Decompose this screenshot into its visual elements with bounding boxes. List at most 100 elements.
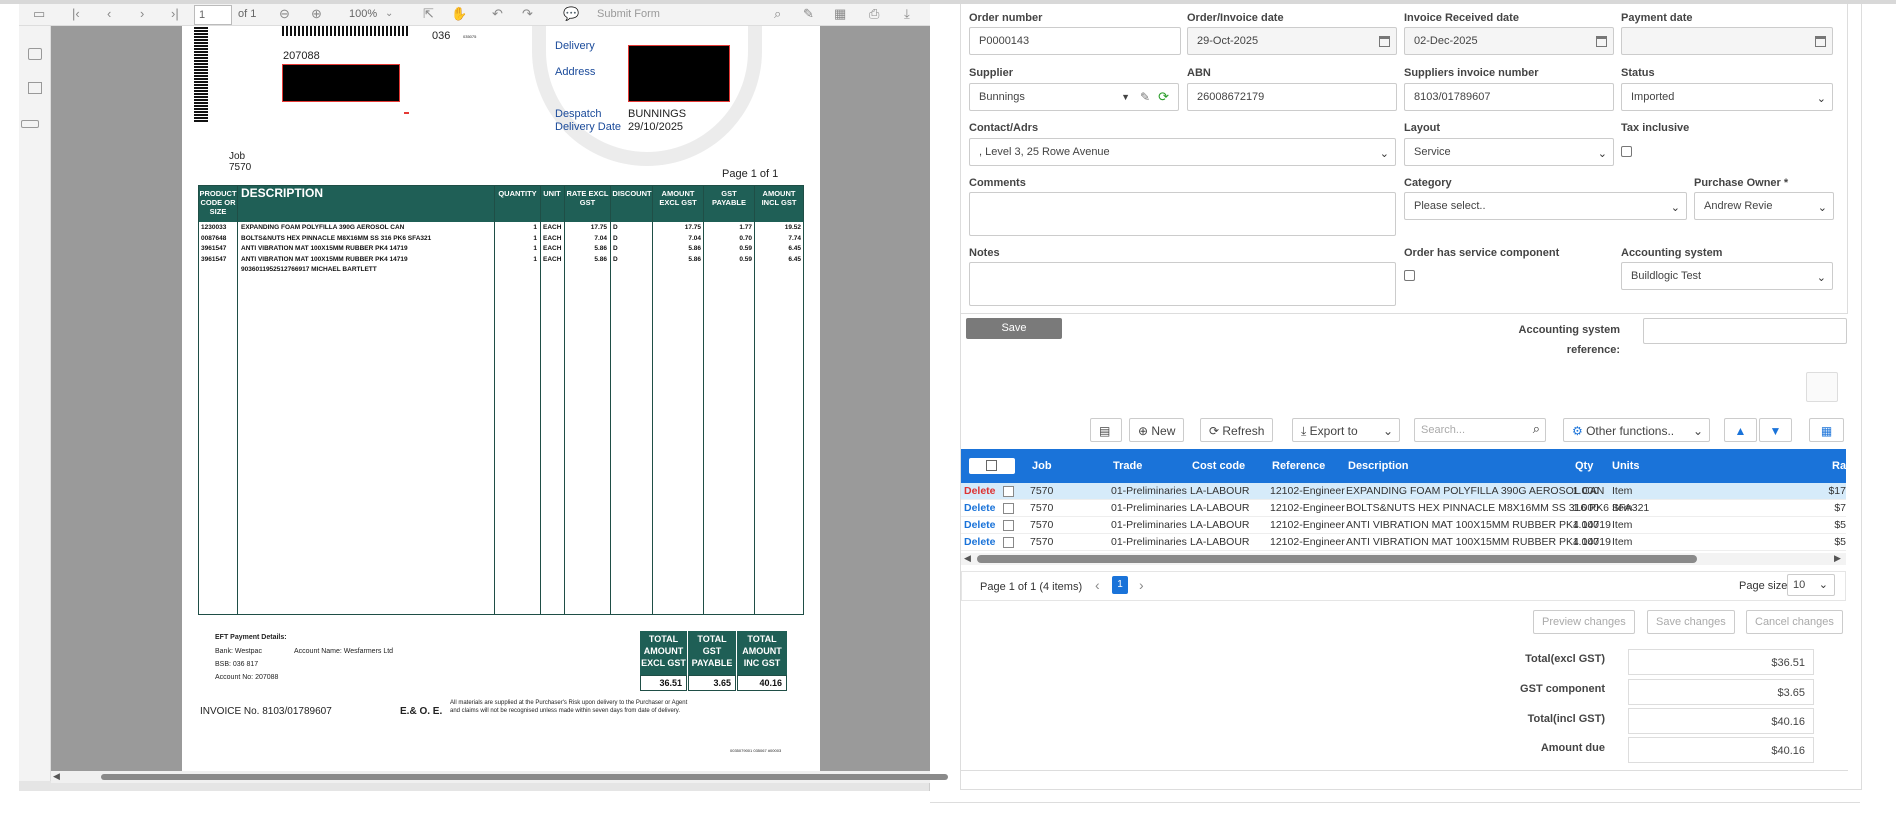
save-changes-button[interactable]: Save changes bbox=[1647, 610, 1735, 634]
search-icon[interactable]: ⌕ bbox=[1533, 421, 1540, 437]
header-units[interactable]: Units bbox=[1612, 460, 1640, 472]
scroll-left-icon[interactable]: ◀ bbox=[964, 553, 971, 564]
print-icon[interactable]: ⎙ bbox=[869, 6, 879, 22]
grid-cell-job[interactable]: 7570 bbox=[1030, 485, 1053, 497]
chevron-down-icon[interactable]: ⌄ bbox=[1598, 147, 1607, 160]
chevron-down-icon[interactable]: ⌄ bbox=[1817, 92, 1826, 105]
redo-icon[interactable]: ↷ bbox=[522, 6, 533, 22]
submit-form-button[interactable]: Submit Form bbox=[597, 8, 660, 20]
grid-cell-units[interactable]: Item bbox=[1612, 519, 1632, 531]
chevron-down-icon[interactable]: ⌄ bbox=[1819, 578, 1828, 591]
zoom-dropdown-icon[interactable]: ⌄ bbox=[385, 8, 393, 19]
chevron-down-icon[interactable]: ⌄ bbox=[1671, 201, 1680, 214]
delete-link[interactable]: Delete bbox=[964, 536, 996, 548]
page-thumbnail-icon[interactable] bbox=[28, 48, 42, 60]
layout-select[interactable]: Service ⌄ bbox=[1404, 138, 1614, 166]
cancel-changes-button[interactable]: Cancel changes bbox=[1746, 610, 1843, 634]
tax-inclusive-checkbox[interactable] bbox=[1621, 146, 1632, 157]
save-button[interactable]: Save bbox=[966, 318, 1062, 339]
annotation-icon[interactable]: ✎ bbox=[803, 6, 814, 22]
grid-cell-rate[interactable]: $17 bbox=[1816, 485, 1846, 497]
chevron-down-icon[interactable]: ⌄ bbox=[1380, 147, 1389, 160]
grid-cell-ref[interactable]: 12102-Engineer bbox=[1270, 485, 1345, 497]
calendar-icon[interactable] bbox=[1815, 36, 1826, 47]
grid-cell-trade[interactable]: 01-Preliminaries bbox=[1111, 536, 1187, 548]
row-checkbox[interactable] bbox=[1003, 520, 1014, 531]
column-chooser-button[interactable]: ▦ bbox=[1809, 418, 1844, 442]
payment-date-field[interactable] bbox=[1621, 27, 1833, 55]
select-cursor-icon[interactable]: ⇱ bbox=[423, 6, 434, 22]
grid-cell-cost[interactable]: LA-LABOUR bbox=[1190, 485, 1250, 497]
delete-link[interactable]: Delete bbox=[964, 485, 996, 497]
header-rate[interactable]: Rat bbox=[1832, 460, 1850, 472]
grid-cell-desc[interactable]: BOLTS&NUTS HEX PINNACLE M8X16MM SS 316 P… bbox=[1346, 502, 1649, 514]
notes-textarea[interactable] bbox=[969, 262, 1396, 306]
grid-cell-job[interactable]: 7570 bbox=[1030, 536, 1053, 548]
supplier-select[interactable]: Bunnings ▼ ✎ ⟳ bbox=[969, 83, 1179, 111]
download-icon[interactable]: ⤓ bbox=[904, 6, 910, 22]
row-checkbox[interactable] bbox=[1003, 486, 1014, 497]
first-page-icon[interactable]: |‹ bbox=[72, 6, 80, 21]
bookmark-icon[interactable] bbox=[28, 82, 42, 94]
category-select[interactable]: Please select.. ⌄ bbox=[1404, 192, 1687, 220]
service-component-checkbox[interactable] bbox=[1404, 270, 1415, 281]
comment-icon[interactable]: 💬 bbox=[563, 6, 579, 22]
refresh-icon[interactable]: ⟳ bbox=[1158, 89, 1169, 105]
chevron-down-icon[interactable]: ⌄ bbox=[1818, 201, 1827, 214]
status-select[interactable]: Imported ⌄ bbox=[1621, 83, 1833, 111]
pdf-horizontal-scrollbar[interactable]: ◀ bbox=[51, 771, 948, 783]
attachment-icon[interactable] bbox=[21, 120, 39, 128]
grid-cell-ref[interactable]: 12102-Engineer bbox=[1270, 502, 1345, 514]
prev-page-icon[interactable]: ‹ bbox=[107, 6, 111, 21]
grid-cell-units[interactable]: Item bbox=[1612, 502, 1632, 514]
invoice-received-field[interactable]: 02-Dec-2025 bbox=[1404, 27, 1614, 55]
grid-cell-ref[interactable]: 12102-Engineer bbox=[1270, 536, 1345, 548]
scroll-right-icon[interactable]: ▶ bbox=[1834, 553, 1841, 564]
grid-cell-trade[interactable]: 01-Preliminaries bbox=[1111, 519, 1187, 531]
comments-textarea[interactable] bbox=[969, 192, 1396, 236]
zoom-level[interactable]: 100% bbox=[349, 8, 377, 20]
order-number-field[interactable]: P0000143 bbox=[969, 27, 1181, 55]
zoom-out-icon[interactable]: ⊖ bbox=[279, 6, 290, 22]
grid-horizontal-scrollbar[interactable]: ◀ ▶ bbox=[961, 553, 1846, 565]
search-icon[interactable]: ⌕ bbox=[774, 6, 781, 22]
move-up-button[interactable]: ▲ bbox=[1724, 418, 1757, 442]
table-row[interactable]: Delete 7570 01-Preliminaries LA-LABOUR 12102… bbox=[961, 483, 1846, 500]
grid-cell-trade[interactable]: 01-Preliminaries bbox=[1111, 502, 1187, 514]
table-row[interactable]: Delete 7570 01-Preliminaries LA-LABOUR 12102… bbox=[961, 517, 1846, 534]
dropdown-caret-icon[interactable]: ▼ bbox=[1121, 92, 1130, 102]
hand-tool-icon[interactable]: ✋ bbox=[451, 6, 467, 22]
abn-field[interactable]: 26008672179 bbox=[1187, 83, 1397, 111]
page-size-select[interactable]: 10 ⌄ bbox=[1787, 574, 1835, 596]
header-trade[interactable]: Trade bbox=[1113, 460, 1142, 472]
preview-changes-button[interactable]: Preview changes bbox=[1533, 610, 1635, 634]
grid-cell-job[interactable]: 7570 bbox=[1030, 519, 1053, 531]
grid-cell-trade[interactable]: 01-Preliminaries bbox=[1111, 485, 1187, 497]
delete-link[interactable]: Delete bbox=[964, 502, 996, 514]
delete-link[interactable]: Delete bbox=[964, 519, 996, 531]
scroll-left-icon[interactable]: ◀ bbox=[53, 771, 60, 782]
document-thumbnail-icon[interactable] bbox=[1806, 372, 1838, 402]
next-page-icon[interactable]: › bbox=[1139, 577, 1144, 593]
prev-page-icon[interactable]: ‹ bbox=[1095, 577, 1100, 593]
grid-cell-cost[interactable]: LA-LABOUR bbox=[1190, 536, 1250, 548]
last-page-icon[interactable]: ›| bbox=[171, 6, 179, 21]
new-button[interactable]: ⊕ New bbox=[1129, 418, 1185, 442]
grid-cell-rate[interactable]: $7 bbox=[1816, 502, 1846, 514]
table-row[interactable]: Delete 7570 01-Preliminaries LA-LABOUR 12102… bbox=[961, 500, 1846, 517]
grid-cell-qty[interactable]: 1.000 bbox=[1531, 485, 1599, 497]
calendar-icon[interactable] bbox=[1596, 36, 1607, 47]
grid-cell-cost[interactable]: LA-LABOUR bbox=[1190, 502, 1250, 514]
select-all-checkbox[interactable] bbox=[986, 460, 997, 471]
grid-search-input[interactable]: Search... ⌕ bbox=[1414, 418, 1546, 442]
grid-cell-units[interactable]: Item bbox=[1612, 536, 1632, 548]
table-row[interactable]: Delete 7570 01-Preliminaries LA-LABOUR 12102… bbox=[961, 534, 1846, 551]
header-qty[interactable]: Qty bbox=[1575, 460, 1593, 472]
zoom-in-icon[interactable]: ⊕ bbox=[311, 6, 322, 22]
supplier-invoice-field[interactable]: 8103/01789607 bbox=[1404, 83, 1614, 111]
row-checkbox[interactable] bbox=[1003, 503, 1014, 514]
accounting-system-select[interactable]: Buildlogic Test ⌄ bbox=[1621, 262, 1833, 290]
accounting-reference-field[interactable] bbox=[1643, 318, 1847, 344]
order-date-field[interactable]: 29-Oct-2025 bbox=[1187, 27, 1397, 55]
chevron-down-icon[interactable]: ⌄ bbox=[1817, 271, 1826, 284]
